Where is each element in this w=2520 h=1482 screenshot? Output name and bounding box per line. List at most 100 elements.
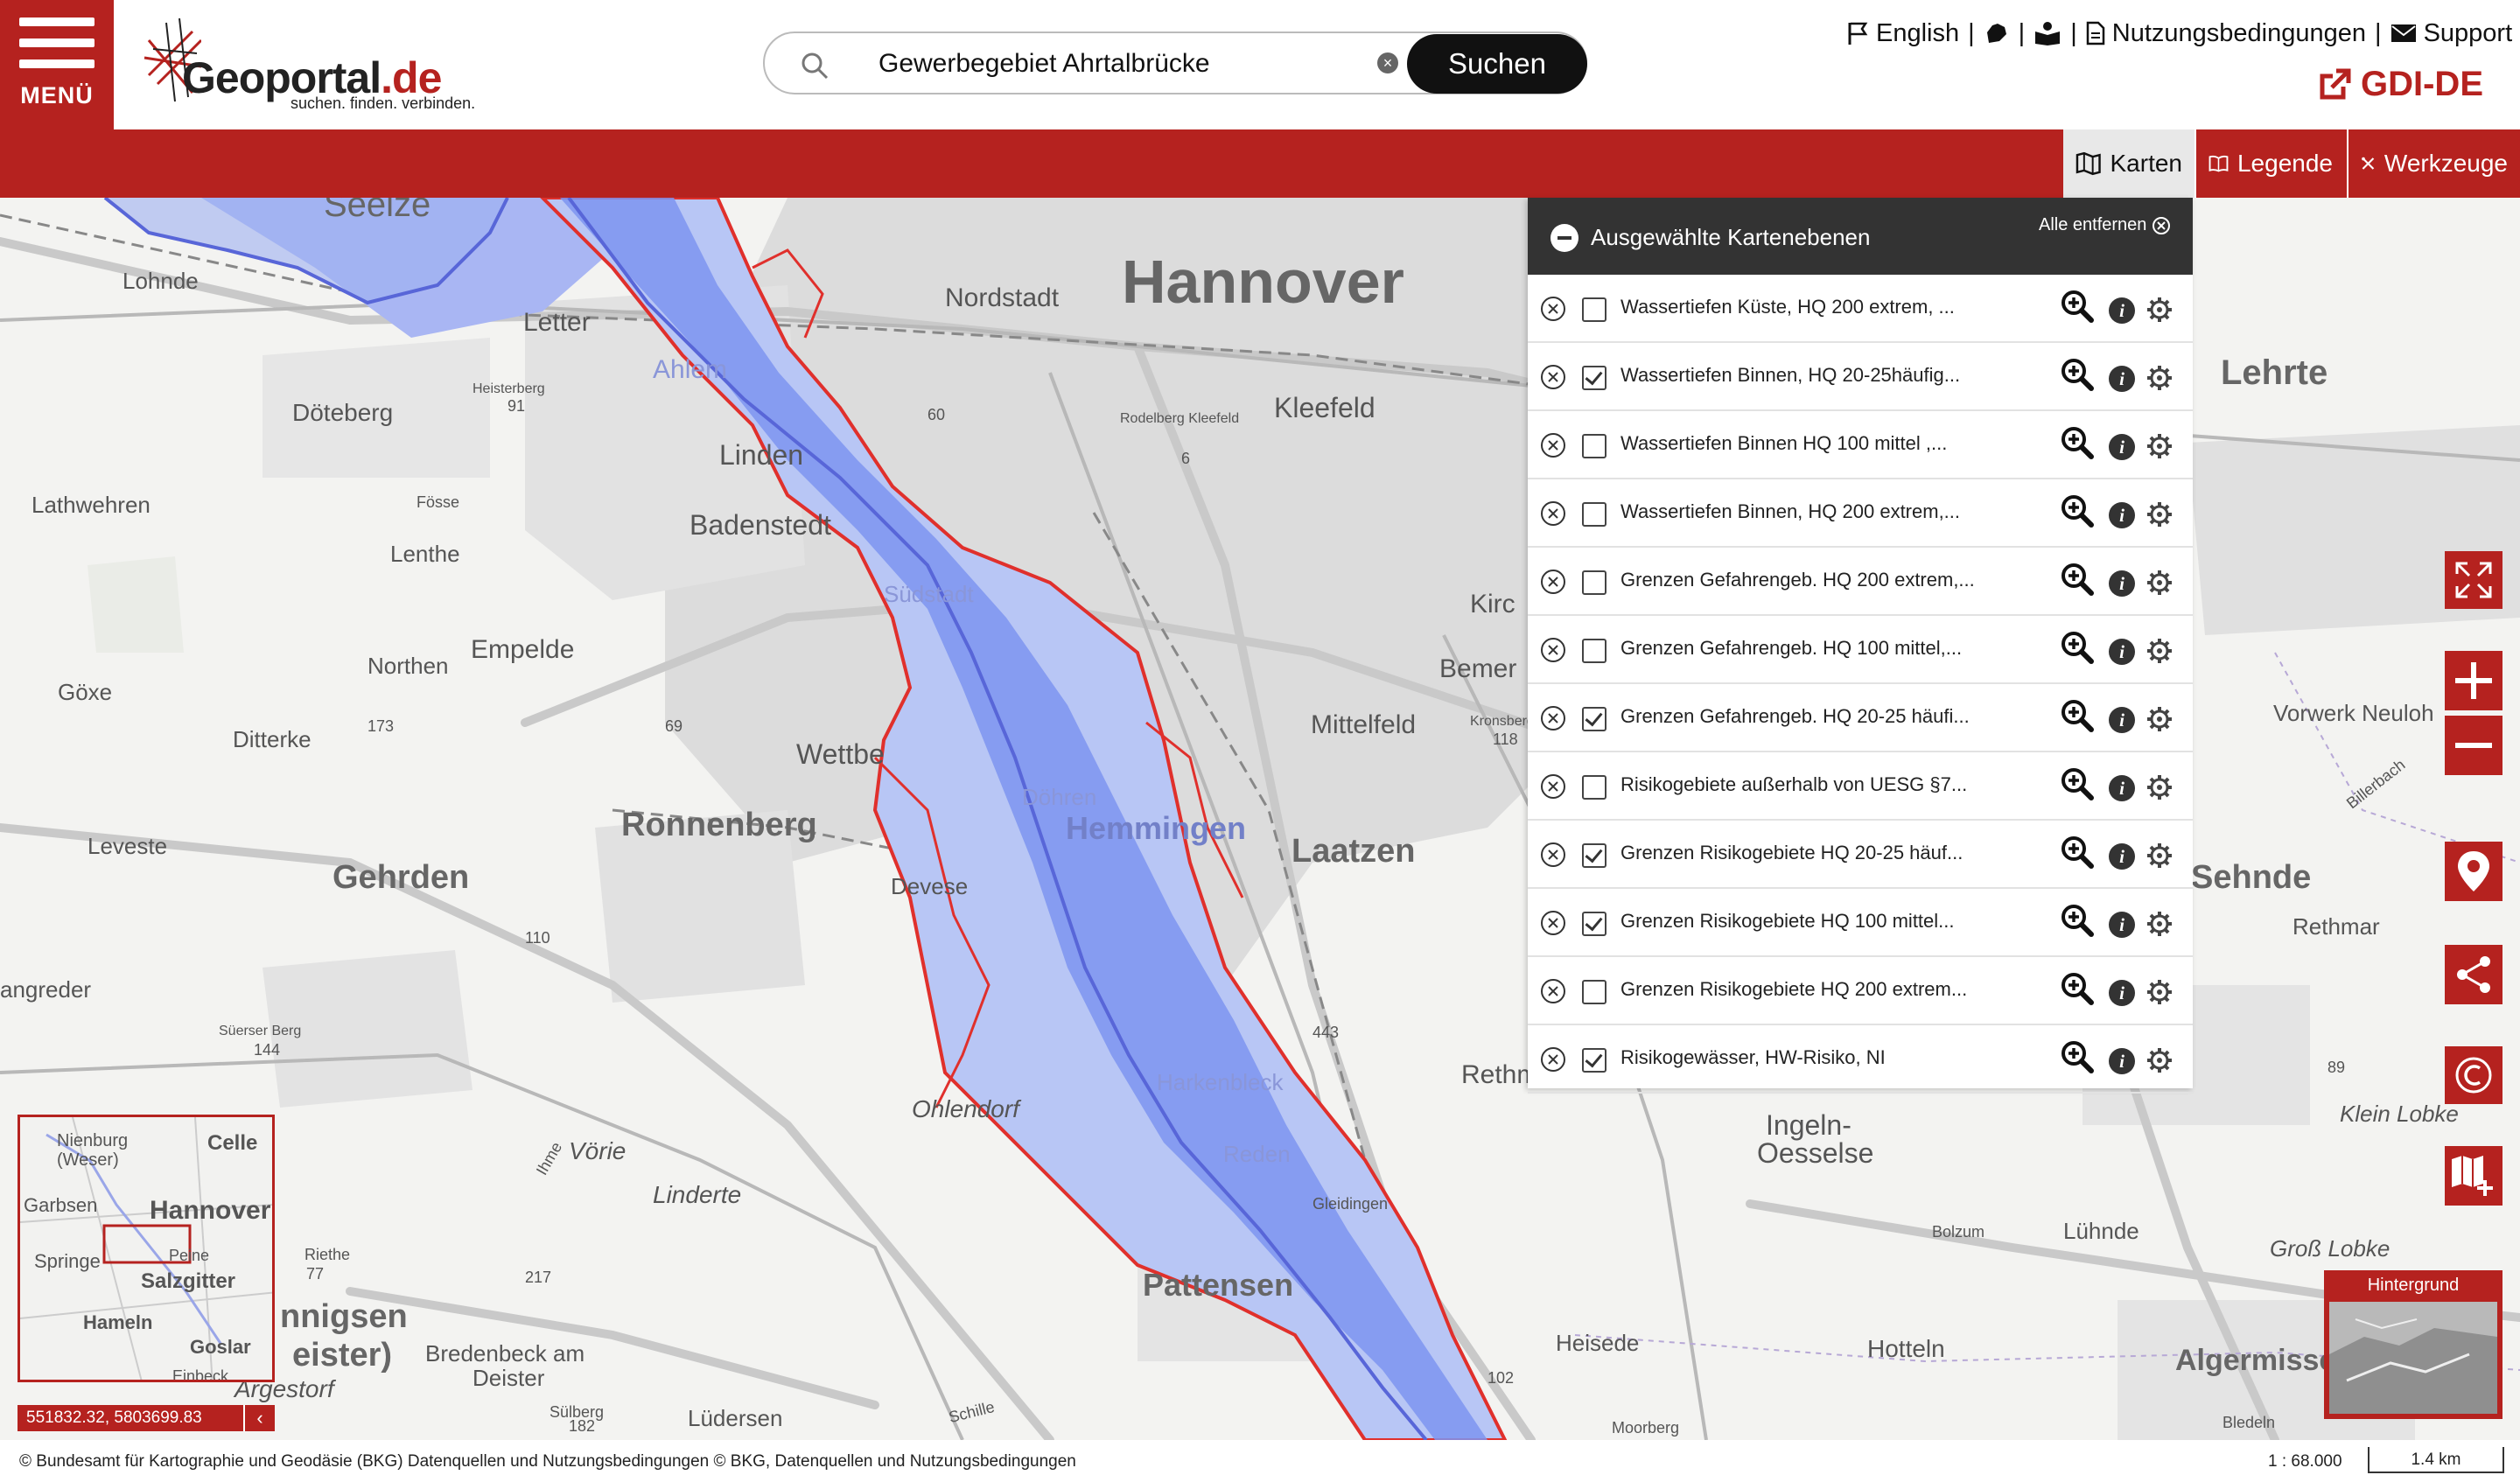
add-map-button[interactable] (2445, 1146, 2502, 1206)
zoom-to-layer-icon[interactable] (2060, 971, 2095, 1006)
zoom-in-button[interactable] (2445, 651, 2502, 710)
remove-layer-icon[interactable] (1540, 500, 1566, 527)
support-link[interactable]: Support (2424, 19, 2513, 48)
tab-legend[interactable]: Legende (2196, 129, 2345, 198)
gear-icon[interactable] (2146, 705, 2174, 733)
easy-language-icon[interactable] (2034, 21, 2062, 45)
info-icon[interactable]: i (2109, 775, 2135, 801)
info-icon[interactable]: i (2109, 843, 2135, 870)
zoom-out-button[interactable] (2445, 716, 2502, 775)
remove-layer-icon[interactable] (1540, 637, 1566, 663)
collapse-icon[interactable] (1550, 224, 1578, 252)
gdi-de-label: GDI-DE (2361, 65, 2483, 103)
map-label: Badenstedt (690, 509, 831, 541)
remove-layer-icon[interactable] (1540, 842, 1566, 868)
layer-checkbox[interactable] (1582, 366, 1606, 390)
gear-icon[interactable] (2146, 296, 2174, 324)
layer-checkbox[interactable] (1582, 980, 1606, 1004)
tab-maps[interactable]: Karten (2063, 129, 2194, 198)
remove-layer-icon[interactable] (1540, 569, 1566, 595)
background-switch[interactable]: Hintergrund (2324, 1270, 2502, 1419)
remove-layer-icon[interactable] (1540, 978, 1566, 1004)
info-icon[interactable]: i (2109, 980, 2135, 1006)
share-button[interactable] (2445, 945, 2502, 1004)
geoportal-logo[interactable]: Geoportal.de suchen. finden. verbinden. (140, 14, 508, 119)
gear-icon[interactable] (2146, 1046, 2174, 1074)
english-link[interactable]: English (1876, 19, 1959, 48)
zoom-to-layer-icon[interactable] (2060, 1039, 2095, 1074)
remove-layer-icon[interactable] (1540, 773, 1566, 800)
map-label: nnigsen (280, 1298, 408, 1335)
zoom-to-layer-icon[interactable] (2060, 289, 2095, 324)
info-icon[interactable]: i (2109, 707, 2135, 733)
zoom-to-layer-icon[interactable] (2060, 357, 2095, 392)
zoom-to-layer-icon[interactable] (2060, 903, 2095, 938)
info-icon[interactable]: i (2109, 366, 2135, 392)
layer-checkbox[interactable] (1582, 639, 1606, 663)
info-icon[interactable]: i (2109, 570, 2135, 597)
copyright-button[interactable] (2445, 1046, 2502, 1104)
terms-link[interactable]: Nutzungsbedingungen (2112, 19, 2366, 48)
remove-layer-icon[interactable] (1540, 364, 1566, 390)
clear-search-icon[interactable]: × (1377, 52, 1398, 73)
overview-map[interactable]: Nienburg (Weser) Celle Garbsen Hannover … (18, 1115, 275, 1382)
gear-icon[interactable] (2146, 500, 2174, 528)
layer-checkbox[interactable] (1582, 434, 1606, 458)
remove-layer-icon[interactable] (1540, 705, 1566, 731)
gear-icon[interactable] (2146, 978, 2174, 1006)
chevron-left-icon[interactable]: ‹ (243, 1405, 275, 1431)
coordinate-display[interactable]: 551832.32, 5803699.83 ‹ (18, 1405, 275, 1431)
menu-button[interactable]: MENÜ (0, 0, 114, 129)
info-icon[interactable]: i (2109, 912, 2135, 938)
layer-row: Grenzen Gefahrengeb. HQ 200 extrem,... i (1528, 548, 2193, 616)
gear-icon[interactable] (2146, 910, 2174, 938)
info-icon[interactable]: i (2109, 639, 2135, 665)
map-label: Hannover (1122, 248, 1404, 316)
fullscreen-button[interactable] (2445, 551, 2502, 609)
gdi-de-link[interactable]: GDI-DE (2317, 65, 2483, 104)
zoom-to-layer-icon[interactable] (2060, 562, 2095, 597)
zoom-to-layer-icon[interactable] (2060, 493, 2095, 528)
gear-icon[interactable] (2146, 842, 2174, 870)
remove-layer-icon[interactable] (1540, 432, 1566, 458)
zoom-to-layer-icon[interactable] (2060, 698, 2095, 733)
gear-icon[interactable] (2146, 637, 2174, 665)
locate-button[interactable] (2445, 842, 2502, 901)
svg-text:69: 69 (665, 717, 682, 735)
layer-checkbox[interactable] (1582, 297, 1606, 322)
layer-checkbox[interactable] (1582, 570, 1606, 595)
search-input[interactable] (878, 45, 1404, 82)
gear-icon[interactable] (2146, 364, 2174, 392)
gear-icon[interactable] (2146, 773, 2174, 801)
layer-checkbox[interactable] (1582, 912, 1606, 936)
remove-layer-icon[interactable] (1540, 1046, 1566, 1073)
sign-language-icon[interactable] (1984, 20, 2010, 46)
remove-layer-icon[interactable] (1540, 296, 1566, 322)
info-icon[interactable]: i (2109, 297, 2135, 324)
layer-label: Wassertiefen Binnen, HQ 20-25häufig... (1620, 364, 1961, 386)
remove-layer-icon[interactable] (1540, 910, 1566, 936)
overview-label: Goslar (190, 1336, 251, 1358)
copyright-text[interactable]: © Bundesamt für Kartographie und Geodäsi… (19, 1452, 1076, 1472)
layer-checkbox[interactable] (1582, 1048, 1606, 1073)
info-icon[interactable]: i (2109, 434, 2135, 460)
info-icon[interactable]: i (2109, 1048, 2135, 1074)
overview-label: Einbeck (172, 1367, 229, 1382)
zoom-to-layer-icon[interactable] (2060, 630, 2095, 665)
search-button[interactable]: Suchen (1407, 34, 1587, 94)
layer-checkbox[interactable] (1582, 843, 1606, 868)
gear-icon[interactable] (2146, 569, 2174, 597)
tab-tools[interactable]: Werkzeuge (2348, 129, 2520, 198)
layer-checkbox[interactable] (1582, 775, 1606, 800)
layer-label: Grenzen Risikogebiete HQ 100 mittel... (1620, 910, 1955, 932)
layer-checkbox[interactable] (1582, 707, 1606, 731)
zoom-to-layer-icon[interactable] (2060, 835, 2095, 870)
gear-icon[interactable] (2146, 432, 2174, 460)
zoom-to-layer-icon[interactable] (2060, 766, 2095, 801)
map-label: Bolzum (1932, 1223, 1985, 1241)
remove-all-button[interactable]: Alle entfernen (2039, 215, 2171, 235)
layer-checkbox[interactable] (1582, 502, 1606, 527)
info-icon[interactable]: i (2109, 502, 2135, 528)
top-links: English | | | Nutzungsbedingungen | Supp… (1846, 17, 2512, 49)
zoom-to-layer-icon[interactable] (2060, 425, 2095, 460)
